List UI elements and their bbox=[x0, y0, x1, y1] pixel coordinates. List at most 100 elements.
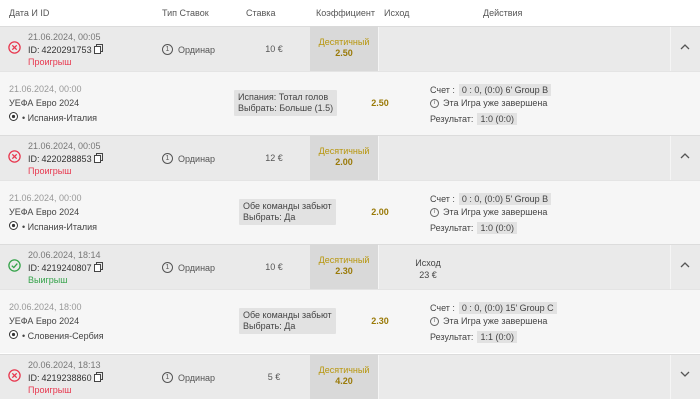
copy-icon[interactable] bbox=[93, 372, 103, 384]
divider bbox=[670, 245, 671, 289]
single-bet-icon: 1 bbox=[162, 262, 173, 273]
bet-type: 1 Ординар bbox=[162, 44, 215, 55]
bet-type-label: Ординар bbox=[178, 372, 216, 383]
market-box: Обе команды забьют Выбрать: Да bbox=[239, 199, 336, 225]
score-line: Счет :0 : 0, (0:0) 6' Group B bbox=[430, 84, 552, 96]
bet-detail: 20.06.2024, 18:00 УЕФА Евро 2024 • Слове… bbox=[0, 289, 700, 353]
finished-note: i Эта Игра уже завершена bbox=[430, 316, 547, 326]
score-label: Счет : bbox=[430, 194, 455, 204]
event-league: УЕФА Евро 2024 bbox=[9, 207, 80, 217]
finished-text: Эта Игра уже завершена bbox=[443, 316, 548, 326]
market-selection: Выбрать: Больше (1.5) bbox=[238, 103, 334, 113]
id-prefix: ID: bbox=[28, 373, 40, 383]
header-outcome: Исход bbox=[384, 8, 410, 18]
event-date: 20.06.2024, 18:00 bbox=[9, 302, 82, 312]
info-icon: i bbox=[430, 98, 439, 108]
copy-icon[interactable] bbox=[93, 262, 103, 274]
copy-icon[interactable] bbox=[93, 153, 103, 165]
market-box: Обе команды забьют Выбрать: Да bbox=[239, 308, 336, 334]
bet-id: ID: 4219238860 bbox=[28, 372, 103, 384]
soccer-ball-icon bbox=[9, 221, 18, 232]
bet-date: 21.06.2024, 00:05 bbox=[28, 32, 101, 42]
copy-icon[interactable] bbox=[93, 44, 103, 56]
won-check-icon bbox=[8, 259, 21, 274]
market-selection: Выбрать: Да bbox=[243, 321, 296, 331]
result-value: 1:1 (0:0) bbox=[477, 331, 517, 343]
bet-stake: 10 € bbox=[265, 262, 283, 272]
event-match: • Испания-Италия bbox=[9, 221, 97, 232]
market-name: Обе команды забьют bbox=[243, 201, 332, 211]
divider bbox=[378, 136, 379, 180]
finished-note: i Эта Игра уже завершена bbox=[430, 98, 547, 108]
bet-type-label: Ординар bbox=[178, 44, 216, 55]
divider bbox=[378, 245, 379, 289]
soccer-ball-icon bbox=[9, 112, 18, 123]
bet-date: 21.06.2024, 00:05 bbox=[28, 141, 101, 151]
bet-type: 1 Ординар bbox=[162, 262, 215, 273]
divider bbox=[670, 136, 671, 180]
coef-format: Десятичный bbox=[318, 37, 370, 47]
event-league: УЕФА Евро 2024 bbox=[9, 316, 80, 326]
bet-stake: 10 € bbox=[265, 44, 283, 54]
score-label: Счет : bbox=[430, 85, 455, 95]
soccer-ball-icon bbox=[9, 330, 18, 341]
lost-icon bbox=[8, 369, 21, 384]
bet-row[interactable]: 20.06.2024, 18:14 ID: 4219240807 Выигрыш… bbox=[0, 244, 700, 289]
finished-text: Эта Игра уже завершена bbox=[443, 98, 548, 108]
lost-icon bbox=[8, 41, 21, 56]
bet-status: Проигрыш bbox=[28, 57, 72, 67]
result-label: Результат: bbox=[430, 114, 474, 124]
coef-value: 2.00 bbox=[335, 157, 353, 167]
bet-type: 1 Ординар bbox=[162, 153, 215, 164]
chevron-down-icon[interactable] bbox=[680, 370, 690, 380]
bet-history-page: Дата И ID Тип Ставок Ставка Коэффициент … bbox=[0, 0, 700, 413]
finished-text: Эта Игра уже завершена bbox=[443, 207, 548, 217]
id-prefix: ID: bbox=[28, 154, 40, 164]
match-name: • Словения-Сербия bbox=[22, 330, 104, 341]
header-date-id: Дата И ID bbox=[9, 8, 50, 18]
coef-value: 4.20 bbox=[335, 376, 353, 386]
bet-row[interactable]: 20.06.2024, 18:13 ID: 4219238860 Проигры… bbox=[0, 354, 700, 399]
bet-id-value: 4220288853 bbox=[41, 154, 92, 164]
divider bbox=[670, 355, 671, 399]
divider bbox=[378, 355, 379, 399]
chevron-up-icon[interactable] bbox=[680, 151, 690, 161]
bet-date: 20.06.2024, 18:14 bbox=[28, 250, 101, 260]
market-box: Испания: Тотал голов Выбрать: Больше (1.… bbox=[234, 90, 338, 116]
market-name: Испания: Тотал голов bbox=[238, 92, 329, 102]
match-name: • Испания-Италия bbox=[22, 221, 98, 232]
market-selection: Выбрать: Да bbox=[243, 212, 296, 222]
bet-coef: Десятичный 4.20 bbox=[310, 354, 378, 399]
coef-format: Десятичный bbox=[318, 146, 370, 156]
market-name: Обе команды забьют bbox=[243, 310, 332, 320]
score-line: Счет :0 : 0, (0:0) 15' Group C bbox=[430, 302, 557, 314]
header-stake: Ставка bbox=[246, 8, 276, 18]
bet-outcome: Исход 23 € bbox=[388, 257, 468, 281]
result-label: Результат: bbox=[430, 332, 474, 342]
bet-date: 20.06.2024, 18:13 bbox=[28, 360, 101, 370]
event-date: 21.06.2024, 00:00 bbox=[9, 193, 82, 203]
bet-stake: 12 € bbox=[265, 153, 283, 163]
chevron-up-icon[interactable] bbox=[680, 260, 690, 270]
selection-coef: 2.50 bbox=[371, 98, 389, 108]
header-coef: Коэффициент bbox=[316, 8, 375, 18]
coef-format: Десятичный bbox=[318, 365, 370, 375]
bet-id: ID: 4220288853 bbox=[28, 153, 103, 165]
single-bet-icon: 1 bbox=[162, 153, 173, 164]
bet-detail: 21.06.2024, 00:00 УЕФА Евро 2024 • Испан… bbox=[0, 71, 700, 135]
score-label: Счет : bbox=[430, 303, 455, 313]
score-value: 0 : 0, (0:0) 6' Group B bbox=[458, 84, 552, 96]
event-date: 21.06.2024, 00:00 bbox=[9, 84, 82, 94]
divider bbox=[378, 27, 379, 71]
score-value: 0 : 0, (0:0) 5' Group B bbox=[458, 193, 552, 205]
chevron-up-icon[interactable] bbox=[680, 42, 690, 52]
bet-id: ID: 4220291753 bbox=[28, 44, 103, 56]
bet-row[interactable]: 21.06.2024, 00:05 ID: 4220288853 Проигры… bbox=[0, 135, 700, 180]
selection-coef: 2.00 bbox=[371, 207, 389, 217]
bet-type-label: Ординар bbox=[178, 262, 216, 273]
coef-value: 2.30 bbox=[335, 266, 353, 276]
bet-status: Проигрыш bbox=[28, 166, 72, 176]
bet-coef: Десятичный 2.30 bbox=[310, 244, 378, 289]
bet-row[interactable]: 21.06.2024, 00:05 ID: 4220291753 Проигры… bbox=[0, 26, 700, 71]
bet-id-value: 4219238860 bbox=[41, 373, 92, 383]
